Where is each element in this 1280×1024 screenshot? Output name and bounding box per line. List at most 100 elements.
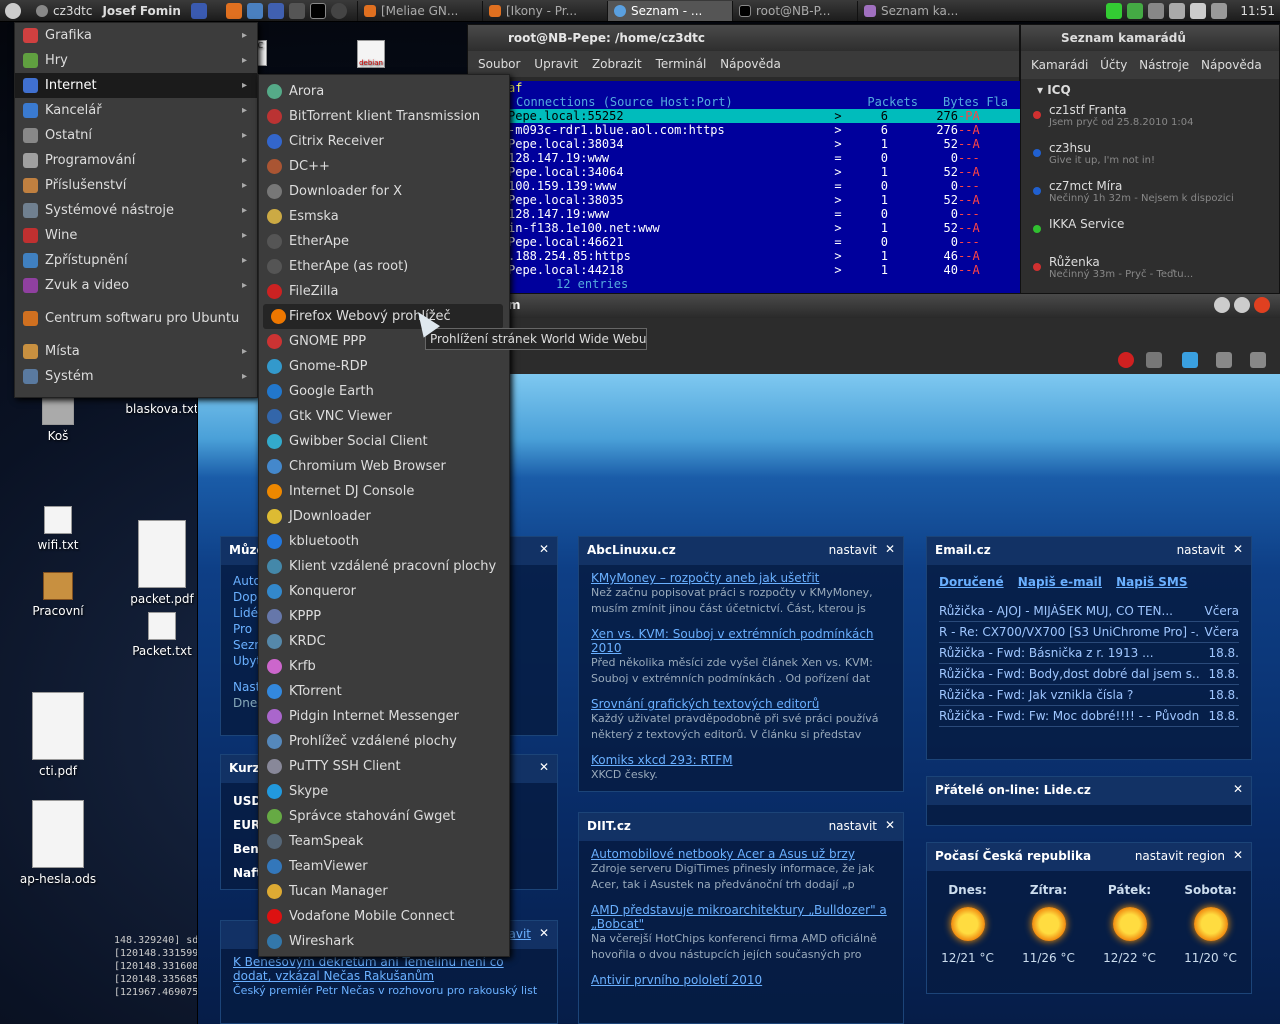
desktop-icon-ap-hesla[interactable]: ap-hesla.ods — [8, 800, 108, 886]
menu-item-app[interactable]: EtherApe (as root) — [259, 254, 509, 279]
task-buddy-list[interactable]: Seznam ka... — [856, 0, 982, 21]
close-icon[interactable]: ✕ — [1233, 848, 1243, 862]
terminal-launcher-icon[interactable] — [309, 2, 326, 19]
pidgin-tray-icon[interactable] — [1106, 2, 1123, 19]
buddy-item[interactable]: IKKA Service — [1021, 213, 1279, 251]
terminal-title[interactable]: root@NB-Pepe: /home/cz3dtc — [468, 25, 1019, 51]
play-icon[interactable] — [1146, 352, 1162, 368]
user-host[interactable]: cz3dtc — [31, 0, 97, 21]
article-link[interactable]: AMD představuje mikroarchitektury „Bulld… — [591, 903, 891, 931]
update-tray-icon[interactable] — [1127, 2, 1144, 19]
inbox-link[interactable]: Doručené — [939, 575, 1004, 589]
menu-item-app[interactable]: Firefox Webový prohlížeč — [263, 304, 503, 329]
editor-launcher-icon[interactable] — [267, 2, 284, 19]
menu-item-app[interactable]: Vodafone Mobile Connect — [259, 904, 509, 929]
close-icon[interactable]: ✕ — [885, 818, 895, 832]
email-row[interactable]: Růžička - Fwd: Fw: Moc dobré!!!! - - Pův… — [939, 706, 1239, 727]
menu-ucty[interactable]: Účty — [1100, 58, 1127, 72]
task-ikony[interactable]: [Ikony - Pr... — [481, 0, 607, 21]
download-icon[interactable] — [1182, 352, 1198, 368]
network-tray-icon[interactable] — [1148, 2, 1165, 19]
maximize-icon[interactable] — [1234, 297, 1250, 313]
menu-item-app[interactable]: kbluetooth — [259, 529, 509, 554]
thunderbird-launcher-icon[interactable] — [246, 2, 263, 19]
desktop-icon-wifi[interactable]: wifi.txt — [8, 506, 108, 552]
menu-category[interactable]: Zpřístupnění ▸ — [15, 248, 257, 273]
email-row[interactable]: R - Re: CX700/VX700 [S3 UniChrome Pro] -… — [939, 622, 1239, 643]
email-row[interactable]: Růžička - Fwd: Body,dost dobré dal jsem … — [939, 664, 1239, 685]
menu-item-app[interactable]: KTorrent — [259, 679, 509, 704]
menu-item-app[interactable]: KPPP — [259, 604, 509, 629]
menu-category[interactable]: Zvuk a video ▸ — [15, 273, 257, 298]
task-seznam[interactable]: Seznam - ... — [606, 0, 732, 21]
terminal-screen[interactable]: af Connections (Source Host:Port) Packets… — [468, 81, 1021, 293]
menu-terminal[interactable]: Terminál — [656, 57, 707, 71]
buddy-item[interactable]: cz7mct Míra Nečinný 1h 32m - Nejsem k dis… — [1021, 175, 1279, 213]
buddy-group-icq[interactable]: ▾ ICQ — [1021, 79, 1279, 99]
network-launcher-icon[interactable] — [330, 2, 347, 19]
menu-item-app[interactable]: Arora — [259, 79, 509, 104]
menu-item-app[interactable]: Prohlížeč vzdálené plochy — [259, 729, 509, 754]
menu-item-app[interactable]: Chromium Web Browser — [259, 454, 509, 479]
close-icon[interactable] — [1254, 297, 1270, 313]
menu-item-app[interactable]: Google Earth — [259, 379, 509, 404]
menu-category[interactable]: Wine ▸ — [15, 223, 257, 248]
menu-zobrazit[interactable]: Zobrazit — [592, 57, 642, 71]
buddy-item[interactable]: cz1stf Franta Jsem pryč od 25.8.2010 1:04 — [1021, 99, 1279, 137]
menu-item-app[interactable]: Klient vzdálené pracovní plochy — [259, 554, 509, 579]
close-icon[interactable]: ✕ — [1233, 782, 1243, 796]
desktop-icon-cti-pdf[interactable]: cti.pdf — [8, 692, 108, 778]
close-icon[interactable]: ✕ — [1233, 542, 1243, 556]
desktop-launcher-icon[interactable] — [190, 2, 207, 19]
video-launcher-icon[interactable] — [288, 2, 305, 19]
page-icon[interactable] — [1216, 352, 1232, 368]
menu-item-app[interactable]: Downloader for X — [259, 179, 509, 204]
menu-item-app[interactable]: Konqueror — [259, 579, 509, 604]
menu-item-app[interactable]: Skype — [259, 779, 509, 804]
article-link[interactable]: KMyMoney – rozpočty aneb jak ušetřit — [591, 571, 891, 585]
menu-item-software-center[interactable]: Centrum softwaru pro Ubuntu — [15, 306, 257, 331]
menu-kamaradi[interactable]: Kamarádi — [1031, 58, 1088, 72]
buddy-list-title[interactable]: Seznam kamarádů — [1021, 25, 1279, 51]
close-icon[interactable]: ✕ — [539, 760, 549, 774]
lide-headline[interactable]: K Benešovým dekretům ani Temelínu není c… — [233, 955, 545, 983]
clock[interactable]: 11:51 — [1240, 4, 1275, 18]
power-tray-icon[interactable] — [1169, 2, 1186, 19]
menu-item-app[interactable]: Wireshark — [259, 929, 509, 954]
close-icon[interactable]: ✕ — [539, 542, 549, 556]
menu-napoveda[interactable]: Nápověda — [720, 57, 781, 71]
menu-item-app[interactable]: FileZilla — [259, 279, 509, 304]
mail-tray-icon[interactable] — [1211, 2, 1228, 19]
desktop-icon-pracovni[interactable]: Pracovní — [8, 572, 108, 618]
menu-item-app[interactable]: Citrix Receiver — [259, 129, 509, 154]
buddy-item[interactable]: cz3hsu Give it up, I'm not in! — [1021, 137, 1279, 175]
menu-item-app[interactable]: KRDC — [259, 629, 509, 654]
menu-item-app[interactable]: PuTTY SSH Client — [259, 754, 509, 779]
stop-icon[interactable] — [1118, 352, 1134, 368]
menu-item-app[interactable]: Gtk VNC Viewer — [259, 404, 509, 429]
menu-item-app[interactable]: Krfb — [259, 654, 509, 679]
menu-item-app[interactable]: DC++ — [259, 154, 509, 179]
menu-item-app[interactable]: Esmska — [259, 204, 509, 229]
wrench-icon[interactable] — [1250, 352, 1266, 368]
menu-item-app[interactable]: JDownloader — [259, 504, 509, 529]
buddy-item[interactable]: Růženka Nečinný 33m - Pryč - Teďtu... — [1021, 251, 1279, 289]
article-link[interactable]: Automobilové netbooky Acer a Asus už brz… — [591, 847, 891, 861]
menu-soubor[interactable]: Soubor — [478, 57, 520, 71]
email-row[interactable]: Růžička - AJOJ - MIJÁŠEK MUJ, CO TEN... V… — [939, 601, 1239, 622]
email-row[interactable]: Růžička - Fwd: Básnička z r. 1913 ... 18.… — [939, 643, 1239, 664]
menu-category[interactable]: Hry ▸ — [15, 48, 257, 73]
article-link[interactable]: Xen vs. KVM: Souboj v extrémních podmínk… — [591, 627, 891, 655]
task-terminal[interactable]: root@NB-P... — [731, 0, 857, 21]
menu-item-app[interactable]: Správce stahování Gwget — [259, 804, 509, 829]
menu-item-app[interactable]: EtherApe — [259, 229, 509, 254]
ubuntu-logo-icon[interactable] — [0, 0, 31, 21]
article-link[interactable]: Srovnání grafických textových editorů — [591, 697, 891, 711]
menu-upravit[interactable]: Upravit — [534, 57, 578, 71]
menu-item-app[interactable]: BitTorrent klient Transmission — [259, 104, 509, 129]
email-row[interactable]: Růžička - Fwd: Jak vznikla čísla ? 18.8. — [939, 685, 1239, 706]
menu-item-app[interactable]: TeamViewer — [259, 854, 509, 879]
menu-item-app[interactable]: Tucan Manager — [259, 879, 509, 904]
menu-item-app[interactable]: Gwibber Social Client — [259, 429, 509, 454]
close-icon[interactable]: ✕ — [539, 926, 549, 940]
